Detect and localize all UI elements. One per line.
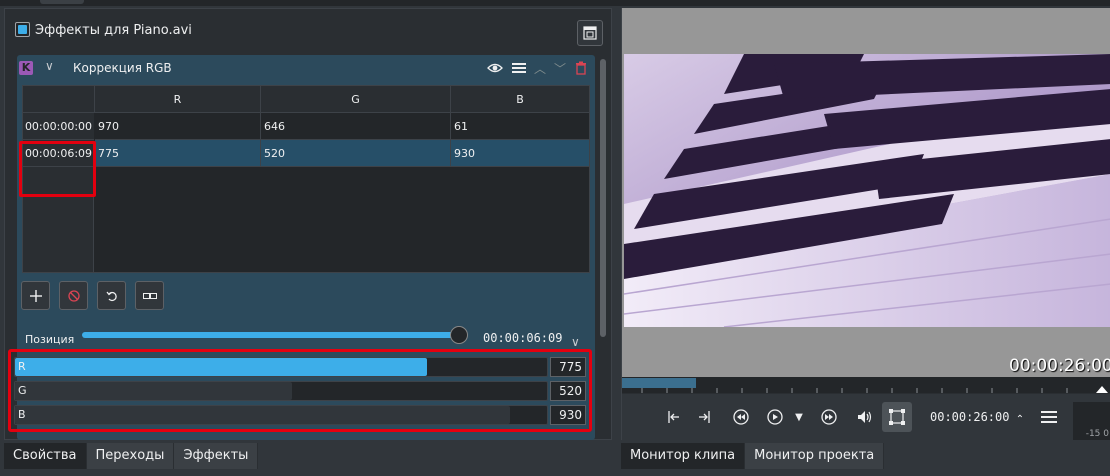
audio-vu-meter: -15 0	[1073, 402, 1110, 440]
remove-icon	[67, 289, 80, 302]
position-slider-handle[interactable]	[450, 326, 468, 344]
table-cell[interactable]: 930	[451, 140, 589, 167]
table-cell[interactable]: 970	[95, 113, 261, 140]
timecode-overlay: 00:00:26:00	[1009, 356, 1110, 376]
table-cell[interactable]: 520	[261, 140, 451, 167]
monitor-tabs: Монитор клипа Монитор проекта	[621, 443, 885, 469]
table-cell[interactable]: 775	[95, 140, 261, 167]
highlight-box-keyframes	[19, 141, 96, 197]
play-options-chevron-icon[interactable]: ▼	[788, 406, 810, 428]
play-icon[interactable]	[764, 406, 786, 428]
eye-icon[interactable]	[487, 60, 503, 76]
left-dock-tabs: Свойства Переходы Эффекты	[4, 443, 259, 469]
tab-effects[interactable]: Эффекты	[174, 443, 259, 469]
position-slider[interactable]	[82, 332, 459, 338]
position-label: Позиция	[25, 333, 75, 346]
link-icon	[142, 292, 157, 299]
column-header-r[interactable]: R	[95, 86, 261, 113]
effect-name: Коррекция RGB	[73, 61, 172, 75]
effect-badge-icon: K	[19, 61, 33, 75]
menu-icon[interactable]	[1038, 406, 1060, 428]
menu-icon[interactable]	[511, 60, 527, 76]
fit-zoom-icon[interactable]	[882, 402, 912, 432]
timecode-spin-icon[interactable]: ⌃	[1014, 408, 1026, 430]
tab-project-monitor[interactable]: Монитор проекта	[745, 443, 885, 469]
monitor-ruler[interactable]	[622, 377, 1110, 393]
column-header-g[interactable]: G	[261, 86, 451, 113]
column-header-b[interactable]: B	[451, 86, 589, 113]
top-strip	[0, 0, 1110, 6]
remove-keyframe-button[interactable]	[59, 281, 88, 310]
set-in-point-icon[interactable]	[662, 406, 684, 428]
undo-icon	[105, 291, 117, 301]
tab-properties[interactable]: Свойства	[4, 443, 87, 469]
move-down-icon[interactable]: ﹀	[552, 60, 568, 76]
vu-label: -15 0	[1085, 429, 1109, 439]
plus-icon	[29, 289, 42, 302]
move-up-icon[interactable]: ︿	[532, 60, 548, 76]
position-time[interactable]: 00:00:06:09	[483, 331, 562, 345]
add-keyframe-button[interactable]	[21, 281, 50, 310]
table-cell[interactable]: 61	[451, 113, 589, 140]
monitor-timecode[interactable]: 00:00:26:00	[930, 410, 1009, 424]
dock-header: Эффекты для Piano.avi	[13, 17, 607, 46]
link-button[interactable]	[135, 281, 164, 310]
table-corner	[23, 86, 95, 113]
clip-monitor: 00:00:26:00 ▼ 00:00:26:00 ⌃ -15 0	[621, 8, 1110, 440]
dock-title: Эффекты для Piano.avi	[35, 23, 192, 38]
fast-forward-icon[interactable]	[818, 406, 840, 428]
delete-icon[interactable]	[573, 60, 589, 76]
rewind-icon[interactable]	[730, 406, 752, 428]
volume-icon[interactable]	[854, 406, 876, 428]
undo-button[interactable]	[97, 281, 126, 310]
collapse-chevron-icon[interactable]: ∨	[45, 59, 54, 73]
layout-icon	[583, 26, 597, 40]
scrollbar-thumb[interactable]	[600, 59, 606, 337]
top-tab[interactable]	[40, 0, 84, 4]
dock-layout-button[interactable]	[577, 20, 603, 46]
highlight-box-params	[8, 349, 592, 432]
chevron-down-icon[interactable]: ∨	[571, 335, 580, 349]
effects-enable-checkbox[interactable]	[15, 22, 30, 37]
tab-clip-monitor[interactable]: Монитор клипа	[621, 443, 746, 469]
table-cell[interactable]: 646	[261, 113, 451, 140]
effect-header: K ∨ Коррекция RGB ︿ ﹀	[17, 55, 595, 79]
tab-transitions[interactable]: Переходы	[86, 443, 175, 469]
video-frame	[624, 54, 1110, 327]
keyframe-table: R G B 00:00:00:00 970 646 61 00:00:06:09…	[19, 85, 590, 273]
monitor-canvas[interactable]: 00:00:26:00	[622, 8, 1110, 377]
set-out-point-icon[interactable]	[694, 406, 716, 428]
keyframe-time[interactable]: 00:00:00:00	[23, 113, 94, 140]
effects-scrollbar[interactable]	[599, 55, 607, 339]
monitor-controls: ▼ 00:00:26:00 ⌃ -15 0	[622, 394, 1110, 440]
